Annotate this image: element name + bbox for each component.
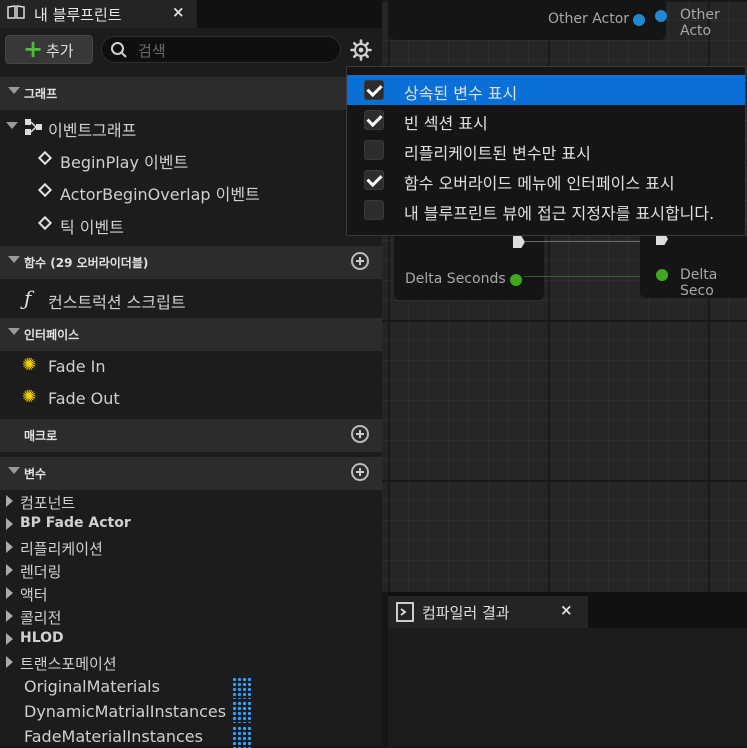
section-macros-label: 매크로 [24, 429, 58, 443]
exec-wire [524, 241, 654, 242]
event-graph-icon [25, 119, 42, 135]
variable-category[interactable]: 콜리전 [20, 607, 61, 628]
menu-item-label: 함수 오버라이드 메뉴에 인터페이스 표시 [404, 174, 675, 193]
expand-arrow-icon[interactable] [6, 541, 13, 553]
event-item[interactable]: 틱 이벤트 [60, 214, 124, 238]
float-pin-icon[interactable] [510, 274, 522, 286]
checkbox[interactable] [364, 170, 384, 190]
tab-title: 내 블루프린트 [34, 6, 122, 24]
interface-function-icon: ✺ [22, 355, 37, 375]
interface-item[interactable]: Fade In [48, 357, 105, 376]
variable-category[interactable]: 렌더링 [20, 561, 61, 582]
function-icon: ƒ [24, 286, 32, 310]
collapse-arrow-icon [8, 256, 20, 263]
expand-arrow-icon[interactable] [6, 633, 13, 645]
checkbox[interactable] [364, 140, 384, 160]
variable-category[interactable]: 트랜스포메이션 [20, 653, 117, 674]
add-button-label: 추가 [46, 42, 74, 60]
menu-item-show-access-specifiers[interactable]: 내 블루프린트 뷰에 접근 지정자를 표시합니다. [347, 195, 745, 225]
search-icon [111, 42, 127, 58]
add-button[interactable]: + 추가 [5, 35, 93, 64]
menu-item-show-empty-sections[interactable]: 빈 섹션 표시 [347, 105, 745, 135]
expand-arrow-icon[interactable] [6, 495, 13, 507]
collapse-arrow-icon [8, 87, 20, 94]
variable-item[interactable]: DynamicMatrialInstances [24, 702, 226, 721]
variable-item[interactable]: OriginalMaterials [24, 677, 160, 696]
menu-item-label: 상속된 변수 표시 [404, 84, 518, 103]
interface-function-icon: ✺ [22, 387, 37, 407]
event-graph-item[interactable]: 이벤트그래프 [48, 117, 136, 141]
expand-arrow-icon[interactable] [6, 122, 18, 129]
section-interfaces[interactable]: 인터페이스 [0, 318, 382, 351]
section-variables-label: 변수 [24, 467, 47, 481]
menu-item-show-inherited-variables[interactable]: 상속된 변수 표시 [347, 75, 745, 105]
variable-item[interactable]: FadeMaterialInstances [24, 727, 203, 746]
add-function-icon[interactable] [351, 252, 369, 270]
expand-arrow-icon[interactable] [6, 518, 13, 530]
close-icon[interactable]: × [560, 601, 573, 619]
event-item[interactable]: BeginPlay 이벤트 [60, 149, 188, 173]
section-interfaces-label: 인터페이스 [24, 328, 80, 342]
pin-label: Delta Seconds [405, 271, 506, 287]
my-blueprint-tab[interactable]: 내 블루프린트 × [0, 0, 197, 28]
pin-label: Other Actor [548, 11, 630, 27]
function-item[interactable]: 컨스트럭션 스크립트 [48, 289, 186, 313]
settings-dropdown-menu: 상속된 변수 표시 빈 섹션 표시 리플리케이트된 변수만 표시 함수 오버라이… [346, 66, 746, 236]
compiler-results-tab[interactable]: 컴파일러 결과 × [388, 596, 588, 628]
pin-label: Delta Seco [680, 267, 718, 299]
object-pin-icon[interactable] [655, 10, 667, 22]
collapse-arrow-icon [8, 467, 20, 474]
search-input[interactable]: 검색 [101, 36, 341, 63]
expand-arrow-icon[interactable] [6, 587, 13, 599]
section-functions-label: 함수 (29 오버라이더블) [24, 256, 149, 270]
menu-item-label: 내 블루프린트 뷰에 접근 지정자를 표시합니다. [404, 204, 715, 223]
variable-category[interactable]: HLOD [20, 630, 64, 646]
plus-icon: + [23, 35, 44, 63]
array-grid-icon[interactable] [232, 701, 252, 723]
section-graphs[interactable]: 그래프 [0, 77, 382, 110]
menu-item-label: 리플리케이트된 변수만 표시 [404, 144, 591, 163]
pin-label: Other Acto [680, 7, 720, 39]
variable-category[interactable]: 컴포넌트 [20, 492, 75, 513]
array-grid-icon[interactable] [232, 726, 252, 748]
add-variable-icon[interactable] [351, 463, 369, 481]
checkbox[interactable] [364, 200, 384, 220]
book-icon [7, 5, 25, 19]
settings-gear-icon[interactable] [349, 38, 373, 62]
terminal-icon [396, 602, 414, 622]
section-graphs-label: 그래프 [24, 87, 58, 101]
menu-item-show-replicated-only[interactable]: 리플리케이트된 변수만 표시 [347, 135, 745, 165]
object-pin-icon[interactable] [633, 14, 645, 26]
variable-category[interactable]: BP Fade Actor [20, 515, 131, 531]
menu-item-label: 빈 섹션 표시 [404, 114, 488, 133]
expand-arrow-icon[interactable] [6, 564, 13, 576]
compiler-results-body [388, 628, 747, 746]
section-macros[interactable]: 매크로 [0, 419, 382, 452]
float-wire [524, 276, 658, 277]
checkbox[interactable] [364, 80, 384, 100]
section-variables[interactable]: 변수 [0, 457, 382, 490]
add-macro-icon[interactable] [351, 425, 369, 443]
compiler-tab-title: 컴파일러 결과 [422, 604, 510, 622]
expand-arrow-icon[interactable] [6, 656, 13, 668]
interface-item[interactable]: Fade Out [48, 389, 120, 408]
search-placeholder: 검색 [138, 42, 166, 60]
array-grid-icon[interactable] [232, 677, 252, 699]
menu-item-show-interfaces-in-override[interactable]: 함수 오버라이드 메뉴에 인터페이스 표시 [347, 165, 745, 195]
checkbox[interactable] [364, 110, 384, 130]
close-icon[interactable]: × [172, 3, 185, 21]
expand-arrow-icon[interactable] [6, 610, 13, 622]
event-item[interactable]: ActorBeginOverlap 이벤트 [60, 181, 260, 205]
collapse-arrow-icon [8, 328, 20, 335]
section-functions[interactable]: 함수 (29 오버라이더블) [0, 246, 382, 279]
variable-category[interactable]: 액터 [20, 584, 48, 605]
variable-category[interactable]: 리플리케이션 [20, 538, 103, 559]
float-pin-icon[interactable] [656, 269, 668, 281]
